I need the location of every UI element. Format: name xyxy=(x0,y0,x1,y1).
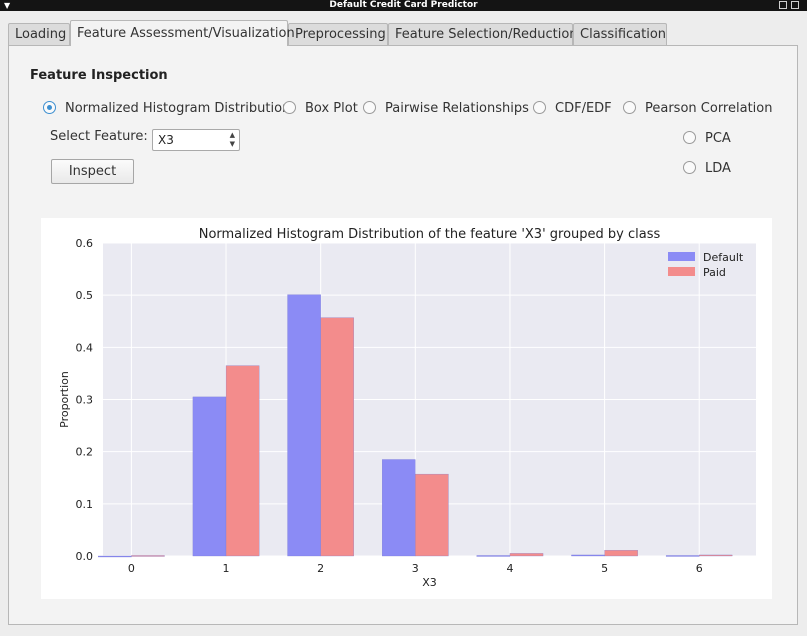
radio-label: Pearson Correlation xyxy=(645,101,773,116)
y-tick-label: 0.1 xyxy=(76,498,94,511)
tab-feature-assessment[interactable]: Feature Assessment/Visualization xyxy=(70,20,295,46)
legend-label-paid: Paid xyxy=(703,266,726,279)
legend-swatch-paid xyxy=(668,267,695,276)
radio-pca[interactable]: PCA xyxy=(683,131,731,147)
bar-paid xyxy=(509,553,544,557)
tab-classification[interactable]: Classification xyxy=(573,23,667,45)
bar-default xyxy=(571,554,605,557)
bar-default xyxy=(192,396,227,557)
title-bar: ▼ Default Credit Card Predictor xyxy=(0,0,807,11)
radio-indicator xyxy=(533,101,546,114)
x-tick-label: 6 xyxy=(696,562,703,575)
radio-label: Pairwise Relationships xyxy=(385,101,529,116)
radio-label: LDA xyxy=(705,161,731,176)
feature-spinbox[interactable]: X3 ▲ ▼ xyxy=(152,129,240,151)
x-tick-label: 3 xyxy=(412,562,419,575)
x-tick-label: 5 xyxy=(601,562,608,575)
y-axis-label: Proportion xyxy=(58,371,71,428)
bar-default xyxy=(98,555,132,558)
bar-paid xyxy=(320,317,354,557)
y-tick-label: 0.4 xyxy=(76,341,94,354)
radio-indicator xyxy=(283,101,296,114)
x-tick-label: 1 xyxy=(223,562,230,575)
bar-paid xyxy=(225,365,260,557)
radio-indicator xyxy=(43,101,56,114)
radio-histogram[interactable]: Normalized Histogram Distribution xyxy=(43,101,290,117)
window-title: Default Credit Card Predictor xyxy=(329,0,478,10)
legend-swatch-default xyxy=(668,252,695,261)
radio-indicator xyxy=(623,101,636,114)
radio-lda[interactable]: LDA xyxy=(683,161,731,177)
inspect-button[interactable]: Inspect xyxy=(51,159,134,184)
select-feature-label: Select Feature: xyxy=(50,129,148,144)
tab-feature-selection[interactable]: Feature Selection/Reduction xyxy=(388,23,578,45)
radio-pearson[interactable]: Pearson Correlation xyxy=(623,101,772,117)
bar-paid xyxy=(699,554,733,557)
x-tick-label: 0 xyxy=(128,562,135,575)
chevron-down-icon[interactable]: ▼ xyxy=(4,0,10,11)
y-tick-label: 0.5 xyxy=(76,289,94,302)
radio-pairwise[interactable]: Pairwise Relationships xyxy=(363,101,529,117)
bar-paid xyxy=(604,550,638,557)
histogram-chart: 0.0 0.1 0.2 0.3 0.4 0.5 0.6 0 1 2 3 4 5 6 Normalized H… xyxy=(58,227,756,589)
radio-label: Box Plot xyxy=(305,101,358,116)
x-tick-label: 2 xyxy=(317,562,324,575)
y-tick-label: 0.6 xyxy=(76,237,94,250)
bar-paid xyxy=(131,555,165,557)
tab-loading[interactable]: Loading xyxy=(8,23,70,45)
radio-indicator xyxy=(363,101,376,114)
y-tick-label: 0.2 xyxy=(76,446,94,459)
bar-default xyxy=(476,555,511,557)
radio-box-plot[interactable]: Box Plot xyxy=(283,101,358,117)
tab-preprocessing[interactable]: Preprocessing xyxy=(288,23,388,45)
feature-assessment-panel: Feature Inspection Normalized Histogram … xyxy=(8,45,798,625)
x-tick-label: 4 xyxy=(506,562,513,575)
radio-label: Normalized Histogram Distribution xyxy=(65,101,291,116)
radio-indicator xyxy=(683,131,696,144)
radio-label: CDF/EDF xyxy=(555,101,612,116)
x-axis-label: X3 xyxy=(422,576,437,589)
minimize-icon[interactable] xyxy=(779,1,787,9)
radio-indicator xyxy=(683,161,696,174)
maximize-icon[interactable] xyxy=(791,1,799,9)
bar-default xyxy=(287,294,321,557)
bar-default xyxy=(665,555,700,557)
bar-paid xyxy=(415,473,449,557)
radio-cdf[interactable]: CDF/EDF xyxy=(533,101,612,117)
feature-value: X3 xyxy=(158,133,174,147)
chart-title: Normalized Histogram Distribution of the… xyxy=(199,227,661,242)
chart-area: 0.0 0.1 0.2 0.3 0.4 0.5 0.6 0 1 2 3 4 5 6 Normalized H… xyxy=(41,218,772,599)
legend-label-default: Default xyxy=(703,251,744,264)
section-title: Feature Inspection xyxy=(30,68,168,83)
y-tick-label: 0.3 xyxy=(76,394,94,407)
spin-arrows-icon[interactable]: ▲ ▼ xyxy=(230,131,235,149)
radio-label: PCA xyxy=(705,131,731,146)
bar-default xyxy=(382,459,416,557)
y-tick-label: 0.0 xyxy=(76,550,94,563)
